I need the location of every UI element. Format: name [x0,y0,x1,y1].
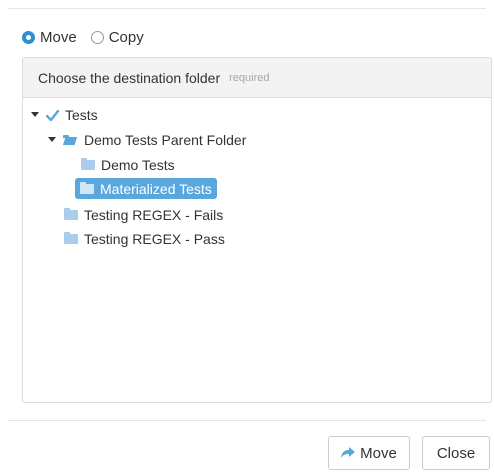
tree-node-tests[interactable]: Tests [30,105,98,125]
close-button-label: Close [436,444,476,462]
move-radio[interactable] [22,30,35,44]
folder-icon [64,232,78,244]
tree-node-materialized-tests[interactable]: Materialized Tests [75,178,217,199]
tree-node-label: Testing REGEX - Fails [84,207,224,223]
panel-title: Choose the destination folder [38,69,221,86]
copy-radio-option[interactable]: Copy [90,28,144,46]
tree-node-testing-regex-fails[interactable]: Testing REGEX - Fails [64,205,223,225]
close-button[interactable]: Close [422,436,490,470]
tree-node-testing-regex-pass[interactable]: Testing REGEX - Pass [64,229,225,249]
expand-caret-icon[interactable] [30,110,40,120]
expand-caret-icon[interactable] [47,135,57,145]
move-radio-label: Move [40,28,77,46]
panel-header: Choose the destination folder required [23,58,491,98]
tree-node-demo-tests-parent-folder[interactable]: Demo Tests Parent Folder [47,130,246,150]
move-button[interactable]: Move [328,436,410,470]
folder-icon [64,208,78,220]
share-arrow-icon [341,447,356,458]
move-button-label: Move [360,444,397,462]
tree-node-label: Demo Tests Parent Folder [84,132,247,148]
copy-radio[interactable] [90,30,104,44]
tree-node-label: Tests [65,107,98,123]
folder-icon [80,181,94,194]
destination-folder-panel: Choose the destination folder required T… [22,57,492,403]
move-radio-option[interactable]: Move [22,29,77,46]
tree-node-demo-tests[interactable]: Demo Tests [81,155,175,175]
copy-radio-label: Copy [108,28,144,46]
tree-node-label: Demo Tests [101,157,175,173]
check-icon [46,109,59,121]
mode-radio-group: Move Copy [22,27,158,47]
bottom-divider [8,420,486,421]
top-divider [8,8,486,9]
tree-node-label: Materialized Tests [100,180,212,197]
required-indicator: required [229,71,270,84]
tree-node-label: Testing REGEX - Pass [84,231,225,247]
folder-icon [81,158,95,170]
folder-open-icon [63,135,78,145]
